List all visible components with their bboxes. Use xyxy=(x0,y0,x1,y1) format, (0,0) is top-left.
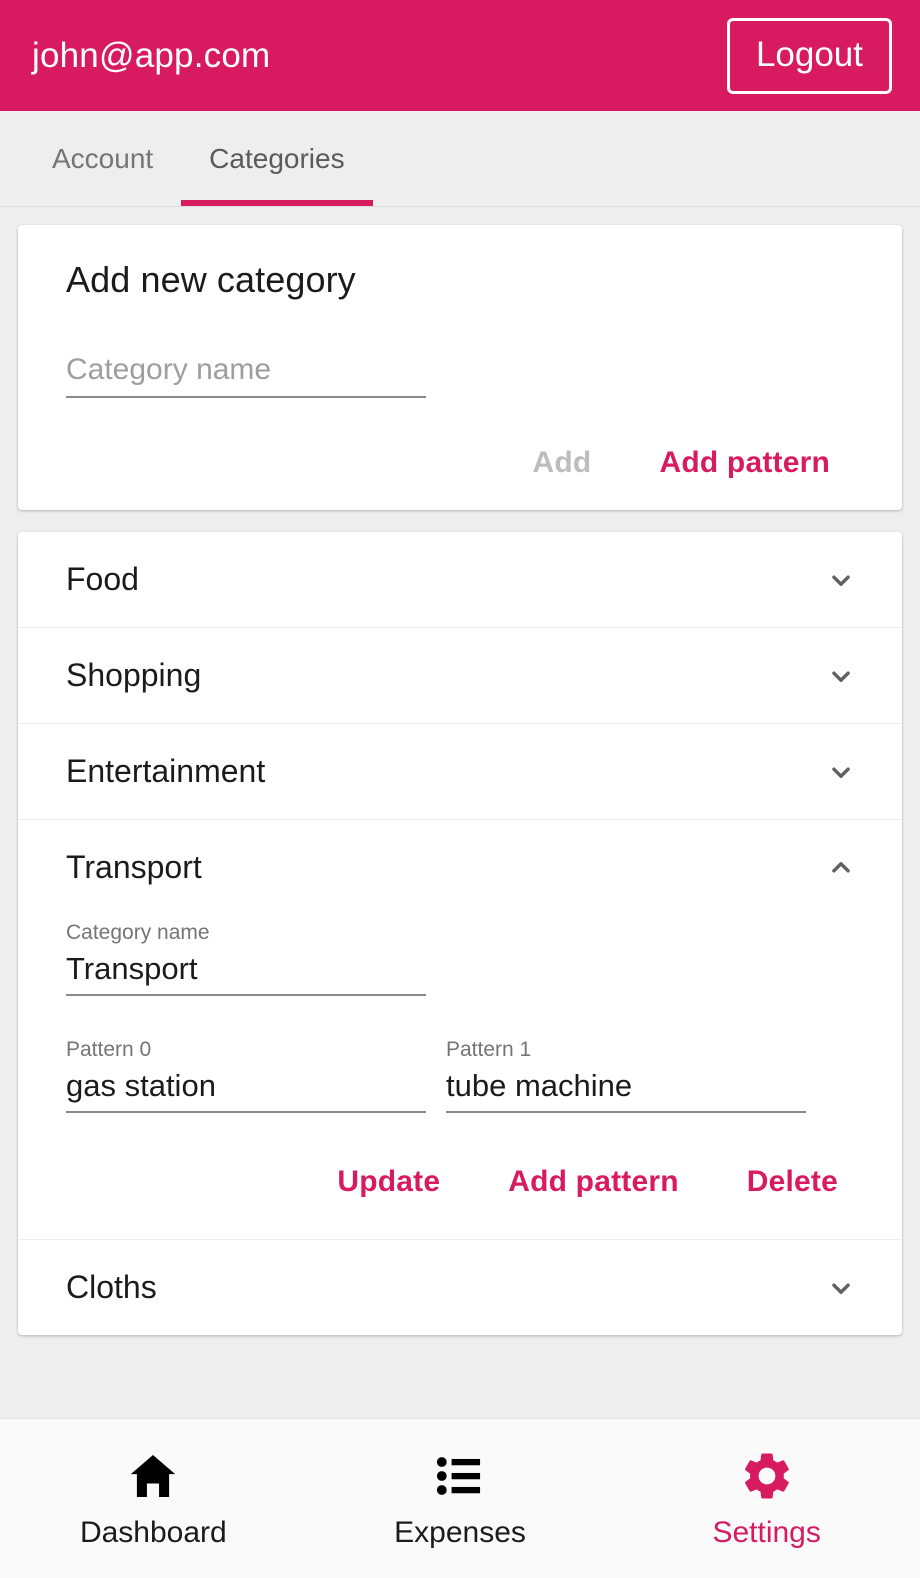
nav-label-expenses: Expenses xyxy=(394,1516,526,1550)
add-category-title: Add new category xyxy=(66,259,854,301)
app-header: john@app.com Logout xyxy=(0,0,920,111)
transport-pattern-1-field[interactable]: Pattern 1 xyxy=(446,1038,806,1113)
category-name-label: Cloths xyxy=(66,1269,157,1306)
pattern-1-input[interactable] xyxy=(446,1068,806,1113)
logout-button[interactable]: Logout xyxy=(727,18,892,94)
chevron-down-icon[interactable] xyxy=(824,755,858,789)
category-name-label: Entertainment xyxy=(66,753,265,790)
transport-name-input[interactable] xyxy=(66,951,426,996)
category-list-card: Food Shopping Entertainment xyxy=(18,532,902,1335)
add-card-actions: Add Add pattern xyxy=(66,442,854,484)
nav-label-dashboard: Dashboard xyxy=(80,1516,227,1550)
category-header-food[interactable]: Food xyxy=(18,532,902,627)
nav-item-settings[interactable]: Settings xyxy=(613,1448,920,1550)
transport-name-label: Category name xyxy=(66,921,426,945)
nav-label-settings: Settings xyxy=(712,1516,820,1550)
add-button[interactable]: Add xyxy=(525,442,600,484)
bottom-navigation: Dashboard Expenses Settin xyxy=(0,1418,920,1578)
category-header-transport[interactable]: Transport xyxy=(18,820,902,915)
category-edit-panel: Category name Pattern 0 Pattern 1 xyxy=(18,921,902,1239)
transport-pattern-0-field[interactable]: Pattern 0 xyxy=(66,1038,426,1113)
add-category-card: Add new category Add Add pattern xyxy=(18,225,902,510)
new-category-name-input[interactable] xyxy=(66,353,426,387)
transport-patterns-row: Pattern 0 Pattern 1 xyxy=(66,1038,854,1113)
transport-name-field[interactable]: Category name xyxy=(66,921,426,996)
category-header-shopping[interactable]: Shopping xyxy=(18,628,902,723)
nav-item-dashboard[interactable]: Dashboard xyxy=(0,1448,307,1550)
home-icon xyxy=(125,1448,181,1504)
category-header-entertainment[interactable]: Entertainment xyxy=(18,724,902,819)
category-name-label: Food xyxy=(66,561,139,598)
pattern-0-input[interactable] xyxy=(66,1068,426,1113)
category-item-cloths: Cloths xyxy=(18,1239,902,1335)
add-pattern-button[interactable]: Add pattern xyxy=(500,1161,687,1203)
list-icon xyxy=(432,1448,488,1504)
pattern-0-label: Pattern 0 xyxy=(66,1038,426,1062)
pattern-1-label: Pattern 1 xyxy=(446,1038,806,1062)
update-button[interactable]: Update xyxy=(329,1161,448,1203)
tab-categories[interactable]: Categories xyxy=(181,111,372,206)
gear-icon xyxy=(739,1448,795,1504)
account-email: john@app.com xyxy=(32,38,270,73)
category-name-label: Shopping xyxy=(66,657,201,694)
chevron-down-icon[interactable] xyxy=(824,1271,858,1305)
new-category-name-field[interactable] xyxy=(66,353,426,398)
chevron-down-icon[interactable] xyxy=(824,563,858,597)
category-item-entertainment: Entertainment xyxy=(18,723,902,819)
category-name-label: Transport xyxy=(66,849,202,886)
chevron-down-icon[interactable] xyxy=(824,659,858,693)
settings-tabbar: Account Categories xyxy=(0,111,920,207)
add-pattern-button[interactable]: Add pattern xyxy=(651,442,838,484)
transport-actions: Update Add pattern Delete xyxy=(66,1161,854,1203)
category-item-food: Food xyxy=(18,532,902,627)
settings-content: Add new category Add Add pattern Food xyxy=(0,207,920,1418)
app-root: john@app.com Logout Account Categories A… xyxy=(0,0,920,1578)
category-item-transport: Transport Category name Pattern 0 xyxy=(18,819,902,1239)
nav-item-expenses[interactable]: Expenses xyxy=(307,1448,614,1550)
chevron-up-icon[interactable] xyxy=(824,851,858,885)
category-item-shopping: Shopping xyxy=(18,627,902,723)
category-header-cloths[interactable]: Cloths xyxy=(18,1240,902,1335)
delete-button[interactable]: Delete xyxy=(739,1161,846,1203)
tab-account[interactable]: Account xyxy=(24,111,181,206)
